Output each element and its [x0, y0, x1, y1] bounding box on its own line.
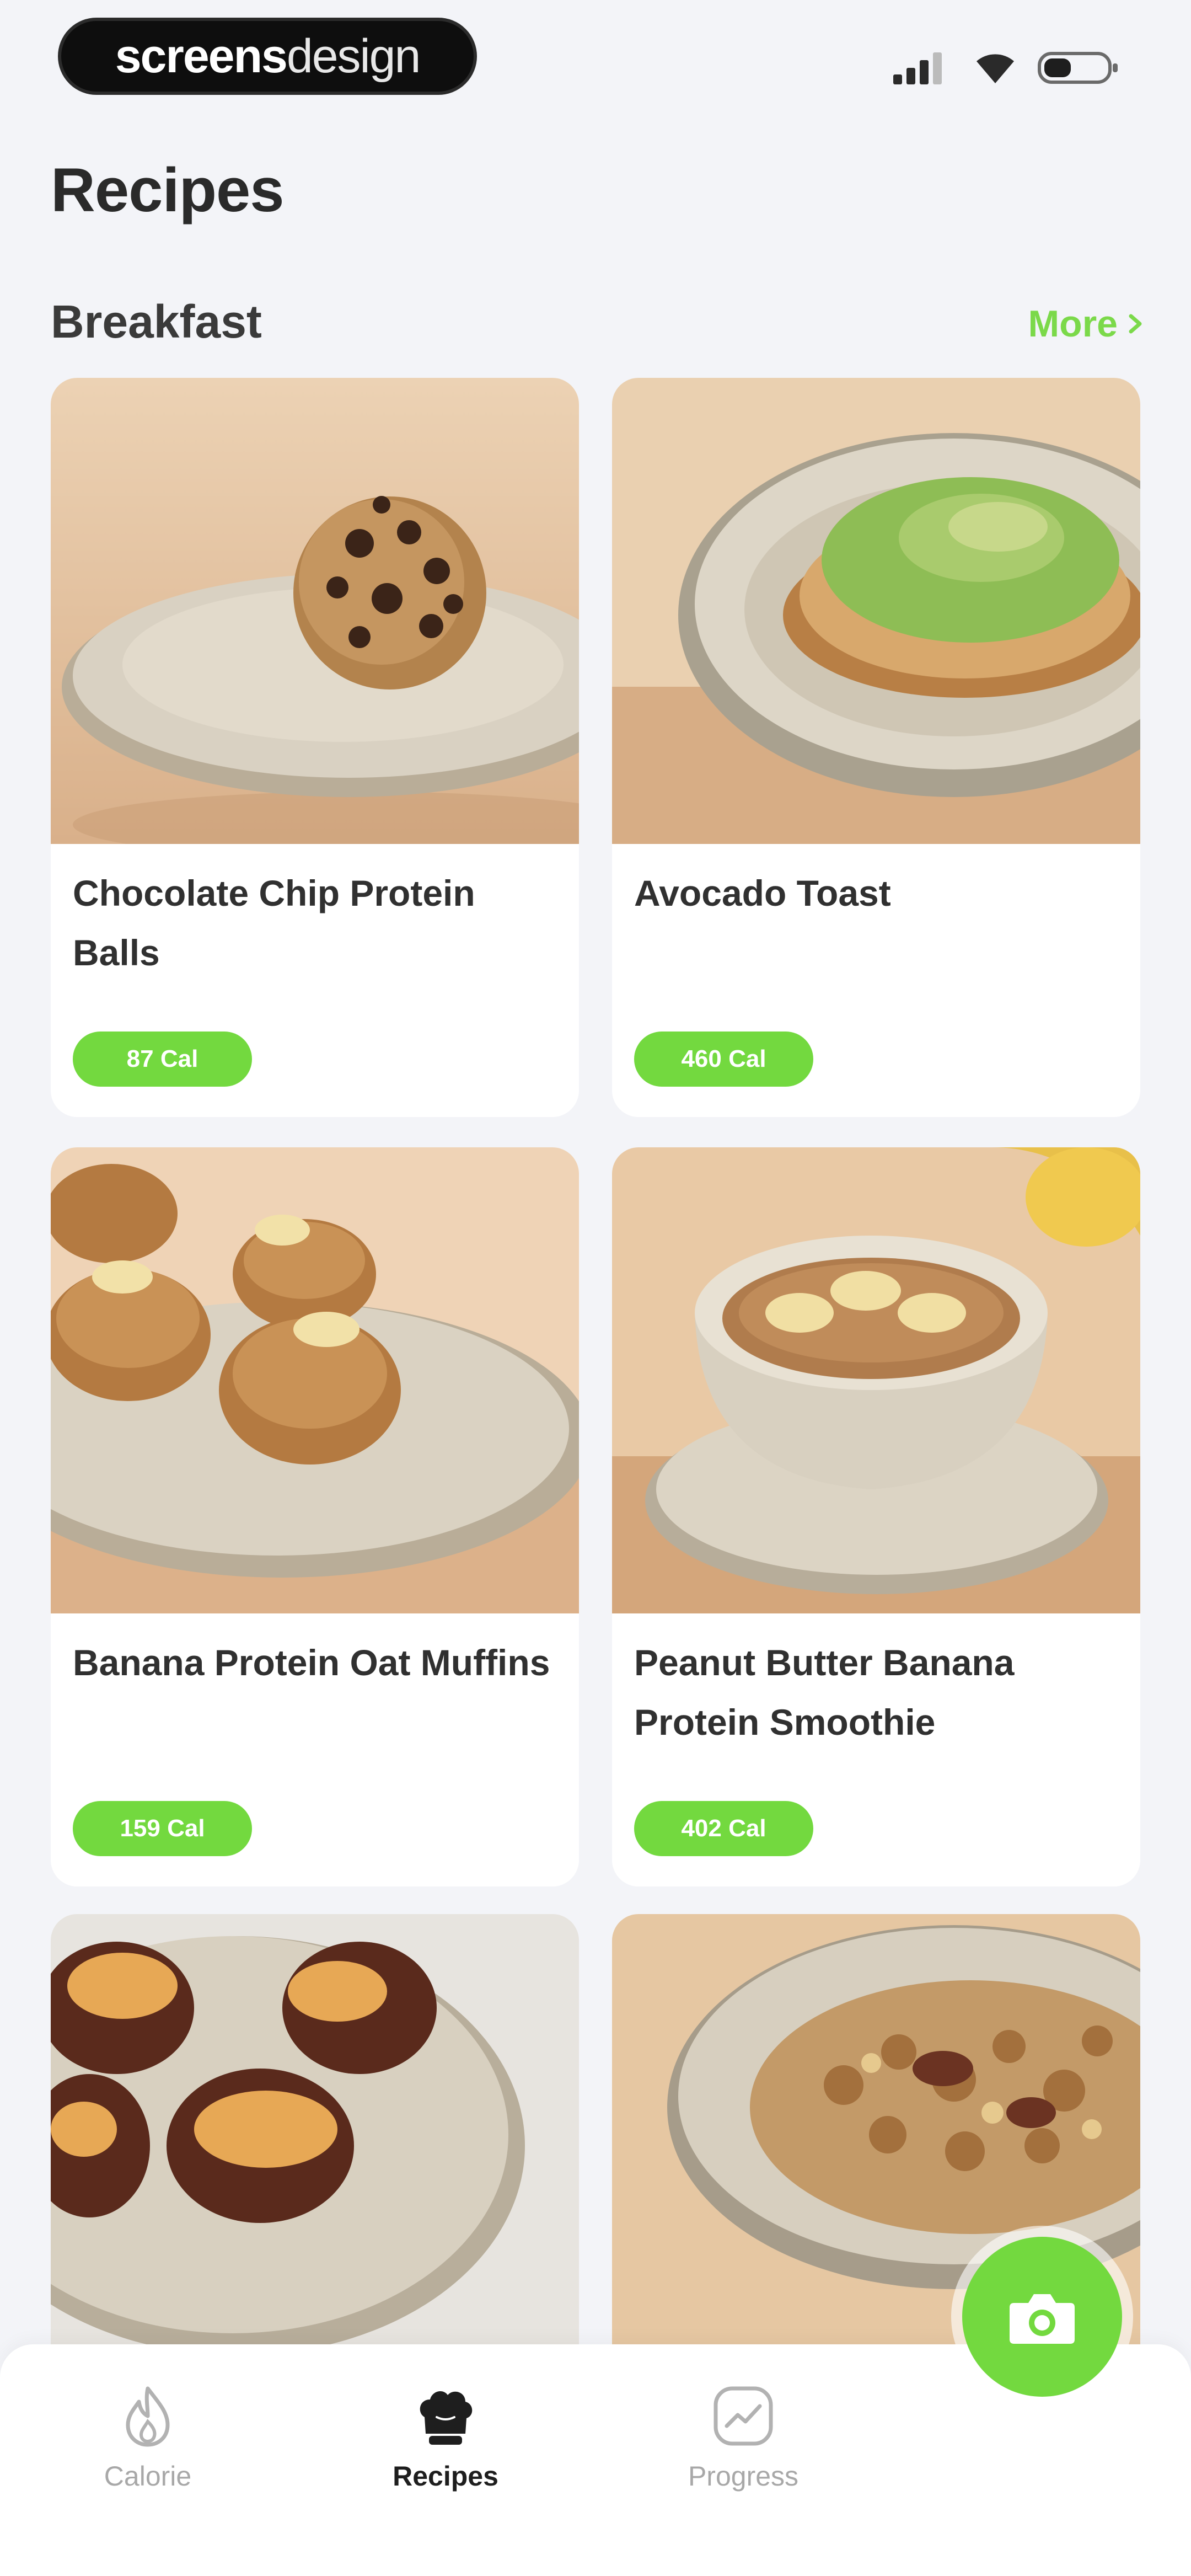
wifi-icon: [977, 54, 1014, 83]
more-link-label: More: [1028, 303, 1118, 345]
chart-icon: [713, 2386, 773, 2446]
tab-calorie[interactable]: Calorie: [37, 2383, 258, 2526]
chef-hat-icon: [420, 2391, 473, 2445]
camera-button[interactable]: [962, 2237, 1122, 2397]
flame-icon: [126, 2386, 170, 2447]
calorie-badge: 87 Cal: [73, 1032, 252, 1087]
recipe-photo-avocado-toast: [612, 378, 1140, 844]
cellular-signal-icon: [893, 52, 942, 84]
tab-progress[interactable]: Progress: [633, 2383, 854, 2526]
recipe-name: Peanut Butter Banana Protein Smoothie: [634, 1642, 1015, 1743]
recipe-card-chocolate-chip-protein-balls[interactable]: Chocolate Chip Protein Balls 87 Cal: [51, 378, 579, 1117]
tab-label: Progress: [688, 2461, 799, 2492]
recipe-card-brownie-muffins[interactable]: [51, 1914, 579, 2372]
section-title-breakfast: Breakfast: [51, 296, 262, 348]
recipe-card-avocado-toast[interactable]: Avocado Toast 460 Cal: [612, 378, 1140, 1117]
recipe-name: Chocolate Chip Protein Balls: [73, 873, 475, 973]
recipe-photo-smoothie: [612, 1147, 1140, 1613]
status-icons: [893, 47, 1125, 91]
page-title: Recipes: [51, 156, 285, 225]
tab-recipes[interactable]: Recipes: [335, 2383, 556, 2526]
brand-logo-light: design: [286, 29, 421, 83]
status-bar: screens design: [0, 0, 1191, 116]
calorie-badge: 460 Cal: [634, 1032, 813, 1087]
tab-label: Calorie: [104, 2461, 192, 2492]
recipe-card-banana-protein-oat-muffins[interactable]: Banana Protein Oat Muffins 159 Cal: [51, 1147, 579, 1886]
chevron-right-icon: [1129, 314, 1142, 334]
recipe-photo-banana-muffins: [51, 1147, 579, 1613]
recipe-name: Banana Protein Oat Muffins: [73, 1642, 550, 1683]
more-link[interactable]: More: [1028, 302, 1144, 345]
recipe-photo-protein-balls: [51, 378, 579, 844]
brand-logo: screens design: [58, 18, 477, 95]
calorie-badge: 159 Cal: [73, 1801, 252, 1856]
calorie-badge: 402 Cal: [634, 1801, 813, 1856]
battery-icon: [1038, 52, 1118, 84]
recipe-name: Avocado Toast: [634, 873, 891, 913]
camera-icon: [1010, 2294, 1075, 2344]
recipe-card-peanut-butter-banana-protein-smoothie[interactable]: Peanut Butter Banana Protein Smoothie 40…: [612, 1147, 1140, 1886]
recipe-photo-brownie-muffins: [51, 1914, 579, 2372]
brand-logo-bold: screens: [115, 29, 288, 83]
tab-label: Recipes: [393, 2461, 498, 2492]
